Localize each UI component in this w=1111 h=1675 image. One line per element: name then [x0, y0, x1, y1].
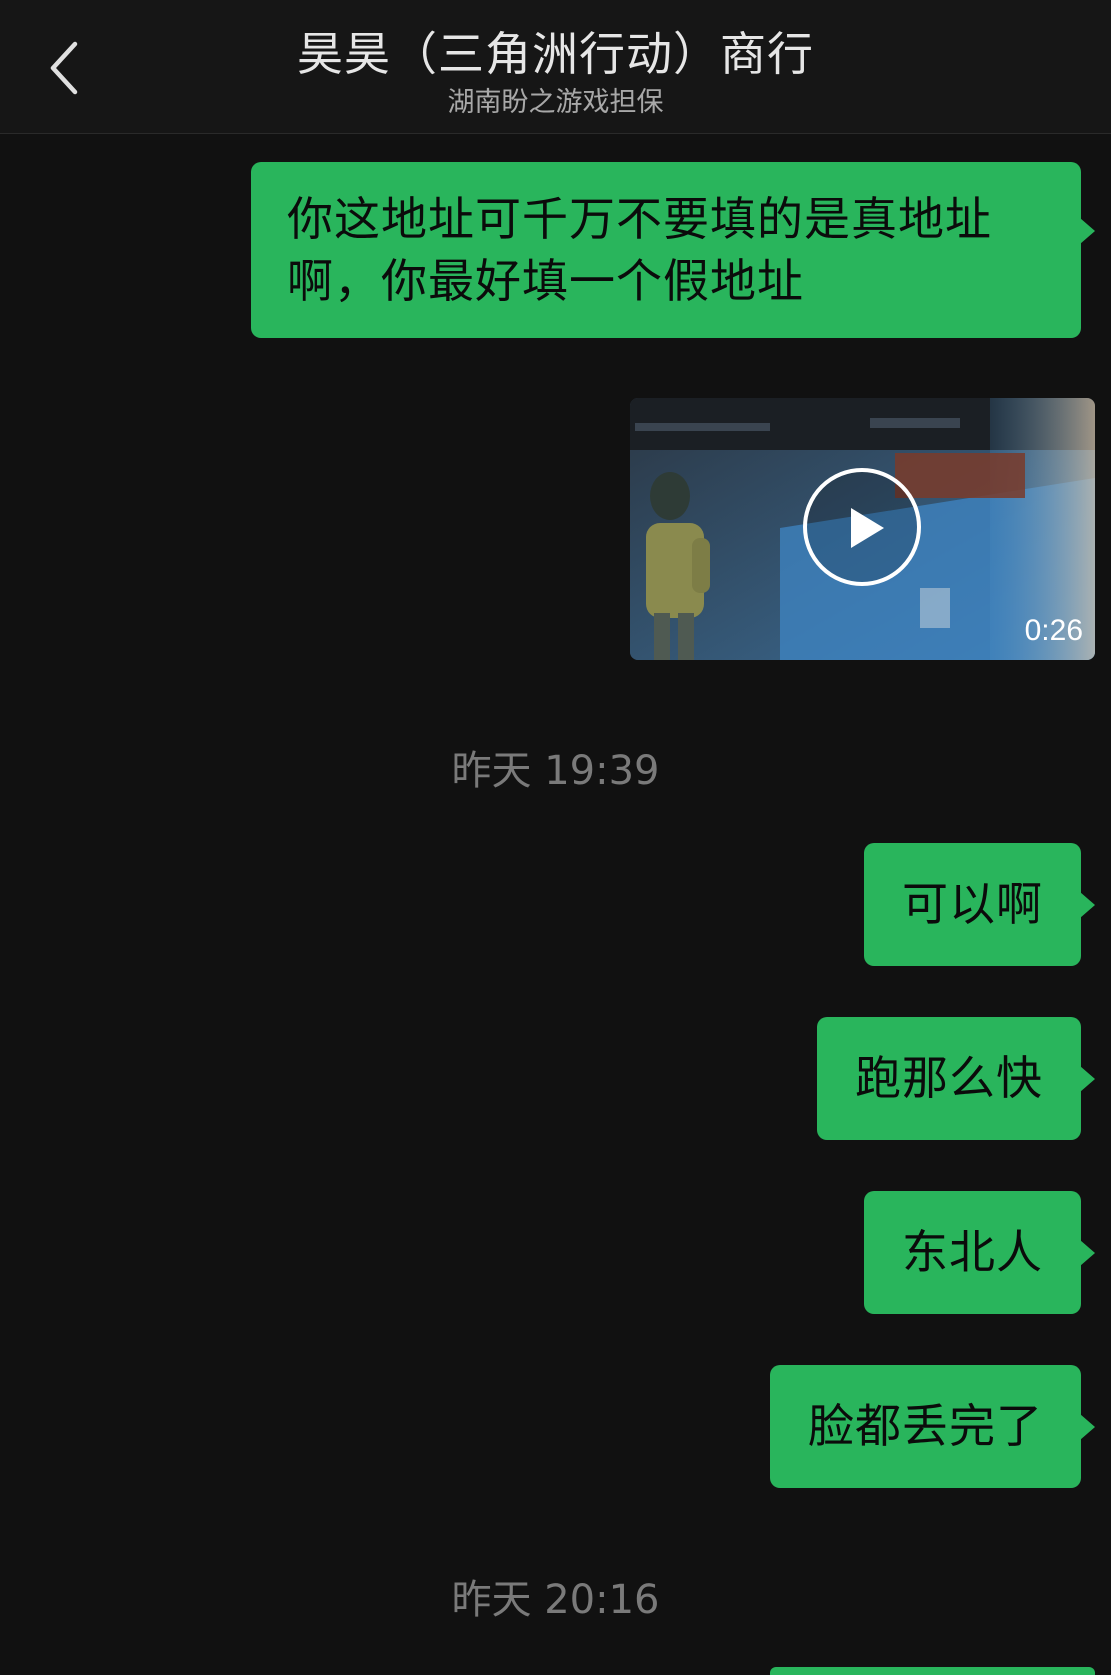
message-bubble[interactable]: 脸都丢完了	[770, 1365, 1095, 1488]
chat-header: 昊昊（三角洲行动）商行 湖南盼之游戏担保	[0, 0, 1111, 134]
timestamp: 昨天 19:39	[451, 748, 660, 794]
message-row: 你这地址可千万不要填的是真地址啊，你最好填一个假地址	[251, 162, 1095, 338]
video-message[interactable]: 0:26	[630, 398, 1095, 660]
chat-screen: 昊昊（三角洲行动）商行 湖南盼之游戏担保 你这地址可千万不要填的是真地址啊，你最…	[0, 0, 1111, 1675]
message-row: 跑那么快	[817, 1017, 1095, 1140]
message-row: 东北人	[864, 1191, 1095, 1314]
chat-subtitle: 湖南盼之游戏担保	[447, 87, 664, 118]
message-row: 可以啊	[864, 843, 1095, 966]
timestamp: 昨天 20:16	[451, 1577, 660, 1623]
message-bubble-partial[interactable]	[770, 1667, 1095, 1675]
message-row: 脸都丢完了	[770, 1365, 1095, 1488]
message-bubble[interactable]: 跑那么快	[817, 1017, 1095, 1140]
play-icon	[851, 508, 884, 548]
video-duration: 0:26	[1024, 614, 1083, 647]
message-bubble[interactable]: 你这地址可千万不要填的是真地址啊，你最好填一个假地址	[251, 162, 1095, 338]
chat-title: 昊昊（三角洲行动）商行	[297, 27, 814, 81]
message-bubble[interactable]: 东北人	[864, 1191, 1095, 1314]
message-bubble[interactable]: 可以啊	[864, 843, 1095, 966]
play-button[interactable]	[803, 468, 921, 586]
